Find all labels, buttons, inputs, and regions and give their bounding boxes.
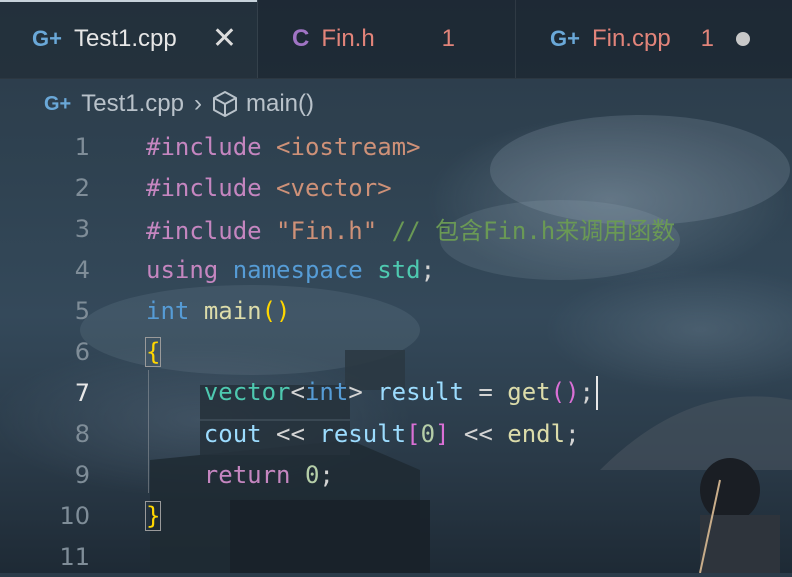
token: } (144, 500, 162, 531)
tab-label: Fin.h (321, 25, 375, 52)
token: int (146, 296, 190, 325)
line-number: 3 (74, 214, 90, 243)
breadcrumb-symbol[interactable]: main() (246, 90, 314, 118)
code-line[interactable]: 3 #include "Fin.h" // 包含Fin.h来调用函数 (0, 208, 792, 249)
token: vector (203, 377, 291, 406)
code-line[interactable]: 10 } (0, 495, 792, 536)
token: 0 (420, 419, 436, 448)
token: ; (565, 419, 580, 448)
c-header-icon: C (292, 25, 310, 52)
token: endl (507, 419, 566, 448)
chevron-right-icon: › (193, 90, 202, 117)
cpp-icon: G+ (550, 26, 580, 51)
token: <vector> (276, 173, 392, 202)
token: get (507, 377, 551, 406)
token: () (261, 296, 291, 325)
token: ] (435, 419, 450, 448)
cpp-icon: G+ (44, 92, 72, 115)
close-icon[interactable]: ✕ (212, 24, 237, 54)
token: int (304, 377, 349, 406)
token: << (276, 419, 305, 448)
cube-icon (212, 90, 238, 118)
tab-fin-cpp[interactable]: G+ Fin.cpp 1 (516, 0, 792, 78)
line-number: 5 (74, 296, 90, 325)
editor-tab-bar: G+ Test1.cpp ✕ C Fin.h 1 G+ Fin.cpp 1 (0, 0, 792, 79)
token: ; (420, 255, 436, 284)
cpp-icon: G+ (32, 26, 62, 51)
token: () (550, 377, 580, 406)
code-line[interactable]: 1 #include <iostream> (0, 126, 792, 167)
token: [ (406, 419, 421, 448)
problem-count-badge: 1 (441, 25, 455, 52)
code-line[interactable]: 6 { (0, 331, 792, 372)
token: ; (579, 377, 594, 406)
token: namespace (232, 255, 363, 284)
token: "Fin.h" (276, 217, 378, 245)
line-number: 7 (74, 378, 90, 407)
line-number: 10 (59, 501, 90, 530)
code-line[interactable]: 5 int main() (0, 290, 792, 331)
line-number: 11 (59, 542, 90, 571)
token: = (478, 377, 493, 406)
line-number: 6 (74, 337, 90, 366)
code-line[interactable]: 11 (0, 536, 792, 577)
line-number: 1 (74, 132, 90, 161)
comment: // 包含Fin.h来调用函数 (391, 217, 676, 245)
problem-count-badge: 1 (700, 25, 715, 52)
code-line[interactable]: 9 return 0; (0, 454, 792, 495)
tab-test1-cpp[interactable]: G+ Test1.cpp ✕ (0, 0, 258, 78)
code-editor[interactable]: 1 #include <iostream> 2 #include <vector… (0, 126, 792, 573)
token: < (290, 377, 305, 406)
text-cursor (596, 375, 598, 410)
token: std (377, 255, 421, 284)
token: #include (146, 217, 262, 245)
token: using (146, 255, 219, 284)
token: #include (146, 173, 262, 202)
line-number: 4 (74, 255, 90, 284)
token: ; (319, 460, 334, 489)
token: <iostream> (276, 132, 421, 161)
token: << (463, 419, 493, 448)
token: { (144, 336, 162, 367)
token: cout (203, 419, 262, 448)
line-number: 8 (74, 419, 90, 448)
token: #include (146, 132, 262, 161)
tab-fin-h[interactable]: C Fin.h 1 (258, 0, 516, 78)
line-number: 2 (74, 173, 90, 202)
token: > (348, 377, 363, 406)
code-line[interactable]: 4 using namespace std; (0, 249, 792, 290)
tab-label: Test1.cpp (73, 25, 177, 52)
breadcrumb-file[interactable]: Test1.cpp (81, 90, 184, 118)
unsaved-dot-icon[interactable] (736, 32, 751, 46)
token: result (319, 419, 407, 448)
breadcrumb: G+ Test1.cpp › main() (44, 86, 314, 122)
line-number: 9 (74, 460, 90, 489)
code-line-current[interactable]: 7 vector<int> result = get(); (0, 372, 792, 413)
code-line[interactable]: 2 #include <vector> (0, 167, 792, 208)
token: return (203, 460, 291, 489)
code-line[interactable]: 8 cout << result[0] << endl; (0, 413, 792, 454)
token: main (203, 296, 262, 325)
tab-label: Fin.cpp (591, 25, 671, 52)
token: 0 (304, 460, 320, 489)
token: result (377, 377, 464, 406)
